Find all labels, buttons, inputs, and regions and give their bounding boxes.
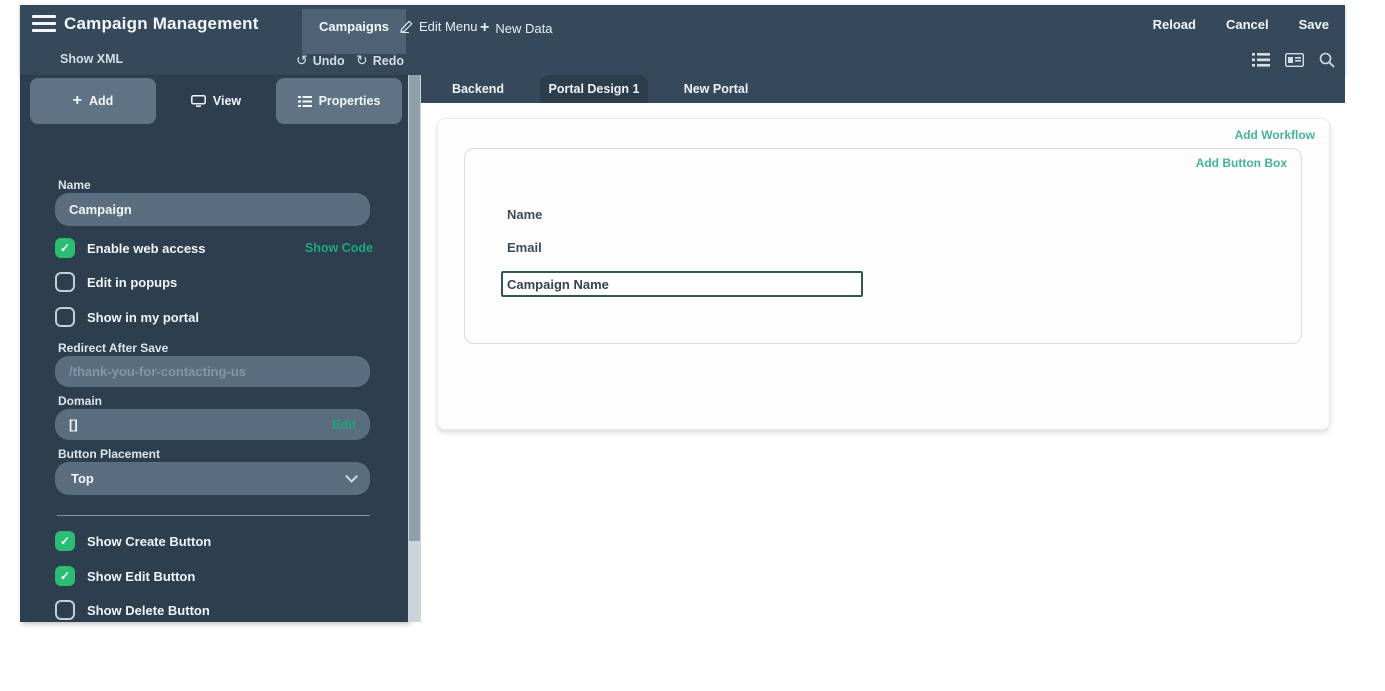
domain-field[interactable]: [] Edit <box>55 409 370 440</box>
checkbox-unchecked-icon[interactable] <box>55 600 75 620</box>
tab-new-portal-design[interactable]: New Portal Design <box>662 75 770 103</box>
tab-portal-design-1[interactable]: Portal Design 1 <box>540 75 648 103</box>
divider <box>57 515 370 516</box>
checkbox-row-show-edit-button[interactable]: ✓ Show Edit Button <box>55 566 373 586</box>
checkbox-checked-icon[interactable]: ✓ <box>55 566 75 586</box>
campaign-name-input[interactable] <box>501 271 863 297</box>
checkbox-row-enable-web-access[interactable]: ✓ Enable web access Show Code <box>55 238 373 258</box>
checkbox-row-edit-in-popups[interactable]: Edit in popups <box>55 272 373 292</box>
app-title: Campaign Management <box>64 14 259 34</box>
new-data-label: New Data <box>495 21 552 36</box>
checkbox-label: Enable web access <box>87 241 206 256</box>
properties-panel: + Add View Properties Name ✓ Enable web … <box>20 75 408 622</box>
redirect-after-save-input[interactable] <box>55 356 370 387</box>
header-actions: Reload Cancel Save <box>1153 17 1329 32</box>
sidebar-scrollbar-track[interactable] <box>408 75 421 622</box>
checkbox-label: Show in my portal <box>87 310 199 325</box>
undo-icon: ↺ <box>296 52 308 69</box>
button-box-card: Add Button Box Name Email <box>464 148 1302 344</box>
domain-value: [] <box>69 417 78 432</box>
tab-add[interactable]: + Add <box>30 78 156 124</box>
menu-item-campaigns[interactable]: Campaigns <box>302 9 406 54</box>
design-tab-bar: Backend Design Portal Design 1 New Porta… <box>421 75 1345 103</box>
edit-menu-button[interactable]: Edit Menu <box>400 19 478 34</box>
app-window: Campaign Management Campaigns Edit Menu … <box>0 0 1385 691</box>
properties-list-icon <box>298 96 312 107</box>
list-view-icon[interactable] <box>1252 53 1270 67</box>
tab-properties-label: Properties <box>319 94 381 108</box>
pencil-icon <box>400 20 413 33</box>
checkbox-label: Show Delete Button <box>87 603 210 618</box>
plus-icon: + <box>480 19 489 37</box>
domain-label: Domain <box>58 394 102 408</box>
hamburger-menu-icon[interactable] <box>32 15 56 33</box>
name-field-label: Name <box>58 178 91 192</box>
redo-icon: ↻ <box>356 52 368 69</box>
button-placement-value: Top <box>71 471 94 486</box>
tab-view-label: View <box>213 94 241 108</box>
sidebar-scrollbar-thumb[interactable] <box>409 75 420 541</box>
monitor-icon <box>191 95 206 107</box>
checkbox-row-show-delete-button[interactable]: Show Delete Button <box>55 600 373 620</box>
add-workflow-link[interactable]: Add Workflow <box>1235 128 1315 142</box>
checkbox-label: Show Edit Button <box>87 569 195 584</box>
button-placement-label: Button Placement <box>58 447 160 461</box>
reload-button[interactable]: Reload <box>1153 17 1196 32</box>
checkbox-row-show-in-my-portal[interactable]: Show in my portal <box>55 307 373 327</box>
cancel-button[interactable]: Cancel <box>1226 17 1269 32</box>
redirect-after-save-label: Redirect After Save <box>58 341 168 355</box>
view-switcher <box>1252 52 1335 68</box>
checkbox-row-show-create-button[interactable]: ✓ Show Create Button <box>55 531 373 551</box>
tab-backend-design[interactable]: Backend Design <box>430 75 526 103</box>
edit-menu-label: Edit Menu <box>419 19 478 34</box>
show-xml-button[interactable]: Show XML <box>60 52 123 66</box>
redo-button[interactable]: ↻ Redo <box>356 52 404 69</box>
workflow-card: Add Workflow Add Button Box Name Email <box>437 118 1330 430</box>
new-data-button[interactable]: + New Data <box>480 19 552 37</box>
checkbox-checked-icon[interactable]: ✓ <box>55 238 75 258</box>
save-button[interactable]: Save <box>1299 17 1329 32</box>
undo-label: Undo <box>313 54 345 68</box>
form-name-label: Name <box>507 207 542 222</box>
design-canvas: Add Workflow Add Button Box Name Email <box>421 103 1345 625</box>
domain-edit-link[interactable]: Edit <box>332 418 356 432</box>
add-button-box-link[interactable]: Add Button Box <box>1196 156 1287 170</box>
tab-view[interactable]: View <box>162 78 270 124</box>
checkbox-unchecked-icon[interactable] <box>55 272 75 292</box>
redo-label: Redo <box>373 54 404 68</box>
form-email-label: Email <box>507 240 542 255</box>
search-icon[interactable] <box>1319 52 1335 68</box>
card-view-icon[interactable] <box>1285 53 1304 67</box>
undo-button[interactable]: ↺ Undo <box>296 52 345 69</box>
checkbox-label: Show Create Button <box>87 534 211 549</box>
show-code-link[interactable]: Show Code <box>305 241 373 255</box>
header-bar: Campaign Management Campaigns Edit Menu … <box>20 5 1345 75</box>
tab-add-label: Add <box>89 94 113 108</box>
button-placement-select[interactable]: Top <box>55 462 370 495</box>
plus-icon: + <box>73 92 82 110</box>
show-xml-label: Show XML <box>60 52 123 66</box>
checkbox-checked-icon[interactable]: ✓ <box>55 531 75 551</box>
chevron-down-icon <box>345 470 358 483</box>
checkbox-unchecked-icon[interactable] <box>55 307 75 327</box>
tab-properties[interactable]: Properties <box>276 78 402 124</box>
name-input[interactable] <box>55 193 370 226</box>
checkbox-label: Edit in popups <box>87 275 177 290</box>
